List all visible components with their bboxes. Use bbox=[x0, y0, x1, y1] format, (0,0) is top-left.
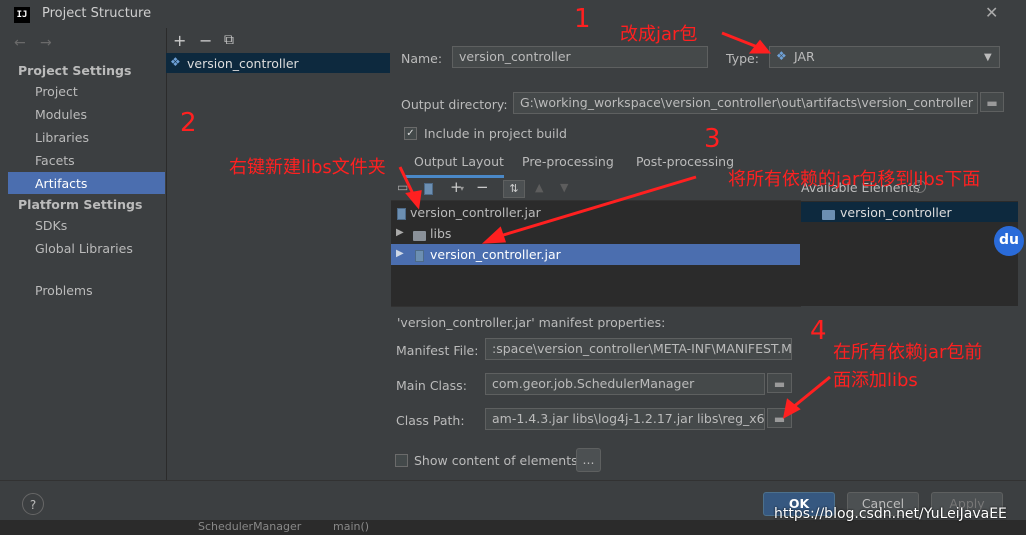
annotation-arrowhead-2 bbox=[405, 190, 422, 210]
annotation-step-1: 1 bbox=[574, 4, 591, 34]
annotation-text-1: 改成jar包 bbox=[620, 24, 698, 45]
annotation-arrowhead-1 bbox=[748, 39, 772, 54]
annotation-text-4b: 面添加libs bbox=[833, 370, 918, 391]
annotation-arrows bbox=[398, 31, 831, 419]
annotation-text-3: 将所有依赖的jar包移到libs下面 bbox=[728, 169, 981, 190]
annotation-arrow-4 bbox=[791, 375, 831, 410]
annotation-step-3: 3 bbox=[704, 124, 721, 154]
annotation-arrow-1 bbox=[721, 31, 761, 50]
annotation-arrow-3 bbox=[499, 175, 697, 238]
du-badge-icon[interactable]: du bbox=[994, 226, 1024, 256]
annotation-text-4a: 在所有依赖jar包前 bbox=[833, 342, 983, 363]
csdn-watermark: https://blog.csdn.net/YuLeiJavaEE bbox=[774, 506, 1007, 522]
annotation-step-2: 2 bbox=[180, 108, 197, 138]
annotation-arrow-2 bbox=[398, 166, 416, 197]
annotation-text-2: 右键新建libs文件夹 bbox=[229, 157, 386, 178]
annotation-step-4: 4 bbox=[810, 316, 827, 346]
annotation-arrowhead-3 bbox=[481, 226, 507, 244]
